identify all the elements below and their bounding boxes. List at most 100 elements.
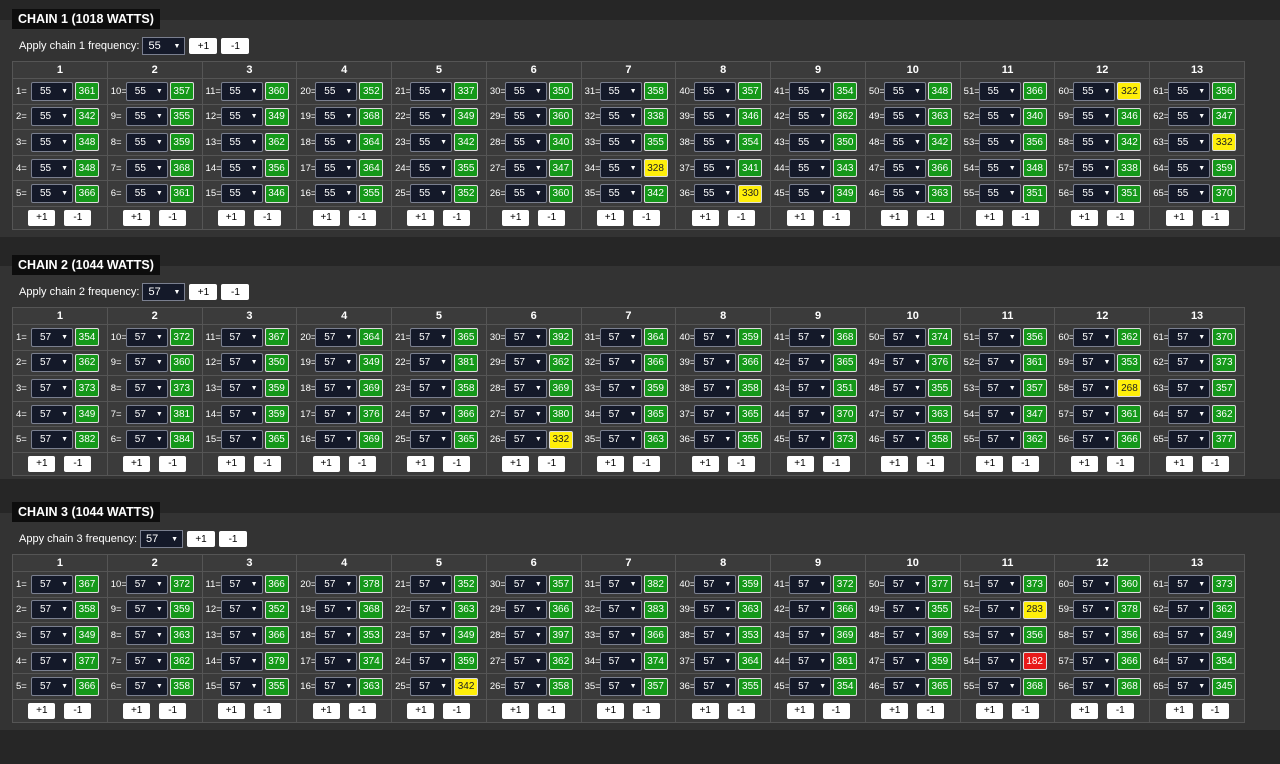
column-minus-button[interactable]: -1 [1012, 455, 1040, 472]
asic-frequency-select[interactable]: 57 ▼ [315, 651, 358, 671]
asic-frequency-select[interactable]: 55 ▼ [220, 107, 263, 127]
asic-frequency-select[interactable]: 57 ▼ [125, 378, 168, 398]
asic-frequency-select[interactable]: 57 ▼ [31, 600, 73, 620]
column-minus-button[interactable]: -1 [253, 209, 281, 226]
asic-frequency-select[interactable]: 57 ▼ [1073, 651, 1116, 671]
asic-frequency-select[interactable]: 57 ▼ [789, 677, 832, 697]
asic-frequency-select[interactable]: 57 ▼ [31, 353, 73, 373]
column-minus-button[interactable]: -1 [1201, 209, 1229, 226]
column-minus-button[interactable]: -1 [253, 702, 281, 719]
asic-frequency-select[interactable]: 57 ▼ [410, 404, 453, 424]
column-plus-button[interactable]: +1 [786, 455, 814, 472]
column-plus-button[interactable]: +1 [217, 702, 245, 719]
apply-plus-button[interactable]: +1 [189, 38, 218, 54]
asic-frequency-select[interactable]: 55 ▼ [410, 132, 453, 152]
asic-frequency-select[interactable]: 57 ▼ [1168, 378, 1211, 398]
column-plus-button[interactable]: +1 [881, 455, 909, 472]
asic-frequency-select[interactable]: 57 ▼ [694, 378, 737, 398]
asic-frequency-select[interactable]: 57 ▼ [1168, 574, 1211, 594]
asic-frequency-select[interactable]: 57 ▼ [504, 378, 547, 398]
asic-frequency-select[interactable]: 57 ▼ [789, 625, 832, 645]
asic-frequency-select[interactable]: 57 ▼ [410, 430, 453, 450]
asic-frequency-select[interactable]: 55 ▼ [31, 184, 73, 204]
column-plus-button[interactable]: +1 [976, 702, 1004, 719]
asic-frequency-select[interactable]: 57 ▼ [125, 600, 168, 620]
asic-frequency-select[interactable]: 57 ▼ [883, 625, 926, 645]
asic-frequency-select[interactable]: 57 ▼ [789, 404, 832, 424]
asic-frequency-select[interactable]: 55 ▼ [599, 132, 642, 152]
column-plus-button[interactable]: +1 [691, 209, 719, 226]
column-minus-button[interactable]: -1 [348, 702, 376, 719]
asic-frequency-select[interactable]: 55 ▼ [978, 81, 1021, 101]
column-minus-button[interactable]: -1 [348, 209, 376, 226]
column-plus-button[interactable]: +1 [312, 209, 340, 226]
asic-frequency-select[interactable]: 57 ▼ [410, 651, 453, 671]
asic-frequency-select[interactable]: 55 ▼ [315, 158, 358, 178]
column-minus-button[interactable]: -1 [443, 209, 471, 226]
column-plus-button[interactable]: +1 [1070, 455, 1098, 472]
asic-frequency-select[interactable]: 55 ▼ [31, 81, 73, 101]
column-plus-button[interactable]: +1 [123, 209, 151, 226]
asic-frequency-select[interactable]: 57 ▼ [1073, 574, 1116, 594]
asic-frequency-select[interactable]: 57 ▼ [883, 677, 926, 697]
column-minus-button[interactable]: -1 [1201, 455, 1229, 472]
asic-frequency-select[interactable]: 57 ▼ [978, 625, 1021, 645]
asic-frequency-select[interactable]: 57 ▼ [978, 677, 1021, 697]
asic-frequency-select[interactable]: 55 ▼ [1073, 132, 1116, 152]
asic-frequency-select[interactable]: 57 ▼ [599, 353, 642, 373]
asic-frequency-select[interactable]: 55 ▼ [1073, 81, 1116, 101]
asic-frequency-select[interactable]: 57 ▼ [1168, 600, 1211, 620]
asic-frequency-select[interactable]: 55 ▼ [978, 107, 1021, 127]
asic-frequency-select[interactable]: 57 ▼ [315, 378, 358, 398]
asic-frequency-select[interactable]: 55 ▼ [410, 184, 453, 204]
asic-frequency-select[interactable]: 55 ▼ [789, 184, 832, 204]
asic-frequency-select[interactable]: 57 ▼ [504, 600, 547, 620]
asic-frequency-select[interactable]: 57 ▼ [31, 651, 73, 671]
column-plus-button[interactable]: +1 [596, 455, 624, 472]
asic-frequency-select[interactable]: 57 ▼ [978, 327, 1021, 347]
column-minus-button[interactable]: -1 [1012, 209, 1040, 226]
asic-frequency-select[interactable]: 57 ▼ [410, 353, 453, 373]
column-plus-button[interactable]: +1 [123, 702, 151, 719]
asic-frequency-select[interactable]: 57 ▼ [220, 651, 263, 671]
column-plus-button[interactable]: +1 [691, 455, 719, 472]
asic-frequency-select[interactable]: 55 ▼ [883, 81, 926, 101]
asic-frequency-select[interactable]: 57 ▼ [694, 404, 737, 424]
asic-frequency-select[interactable]: 57 ▼ [1168, 404, 1211, 424]
column-minus-button[interactable]: -1 [443, 455, 471, 472]
asic-frequency-select[interactable]: 57 ▼ [789, 600, 832, 620]
asic-frequency-select[interactable]: 57 ▼ [1073, 625, 1116, 645]
asic-frequency-select[interactable]: 57 ▼ [125, 430, 168, 450]
asic-frequency-select[interactable]: 55 ▼ [504, 184, 547, 204]
asic-frequency-select[interactable]: 57 ▼ [694, 651, 737, 671]
asic-frequency-select[interactable]: 55 ▼ [599, 81, 642, 101]
column-plus-button[interactable]: +1 [976, 455, 1004, 472]
asic-frequency-select[interactable]: 57 ▼ [31, 574, 73, 594]
asic-frequency-select[interactable]: 55 ▼ [220, 132, 263, 152]
asic-frequency-select[interactable]: 57 ▼ [1073, 430, 1116, 450]
asic-frequency-select[interactable]: 57 ▼ [220, 677, 263, 697]
asic-frequency-select[interactable]: 57 ▼ [125, 327, 168, 347]
asic-frequency-select[interactable]: 57 ▼ [410, 600, 453, 620]
asic-frequency-select[interactable]: 57 ▼ [504, 651, 547, 671]
asic-frequency-select[interactable]: 55 ▼ [1168, 132, 1211, 152]
asic-frequency-select[interactable]: 55 ▼ [504, 132, 547, 152]
column-plus-button[interactable]: +1 [217, 455, 245, 472]
asic-frequency-select[interactable]: 57 ▼ [1073, 404, 1116, 424]
asic-frequency-select[interactable]: 57 ▼ [220, 574, 263, 594]
asic-frequency-select[interactable]: 57 ▼ [31, 378, 73, 398]
column-minus-button[interactable]: -1 [538, 209, 566, 226]
column-plus-button[interactable]: +1 [1165, 455, 1193, 472]
column-plus-button[interactable]: +1 [596, 702, 624, 719]
asic-frequency-select[interactable]: 57 ▼ [883, 353, 926, 373]
asic-frequency-select[interactable]: 57 ▼ [883, 378, 926, 398]
column-minus-button[interactable]: -1 [1106, 702, 1134, 719]
asic-frequency-select[interactable]: 57 ▼ [220, 404, 263, 424]
column-minus-button[interactable]: -1 [632, 702, 660, 719]
column-plus-button[interactable]: +1 [407, 455, 435, 472]
asic-frequency-select[interactable]: 57 ▼ [789, 430, 832, 450]
asic-frequency-select[interactable]: 55 ▼ [31, 107, 73, 127]
asic-frequency-select[interactable]: 55 ▼ [694, 184, 737, 204]
asic-frequency-select[interactable]: 55 ▼ [1073, 107, 1116, 127]
asic-frequency-select[interactable]: 57 ▼ [1168, 353, 1211, 373]
